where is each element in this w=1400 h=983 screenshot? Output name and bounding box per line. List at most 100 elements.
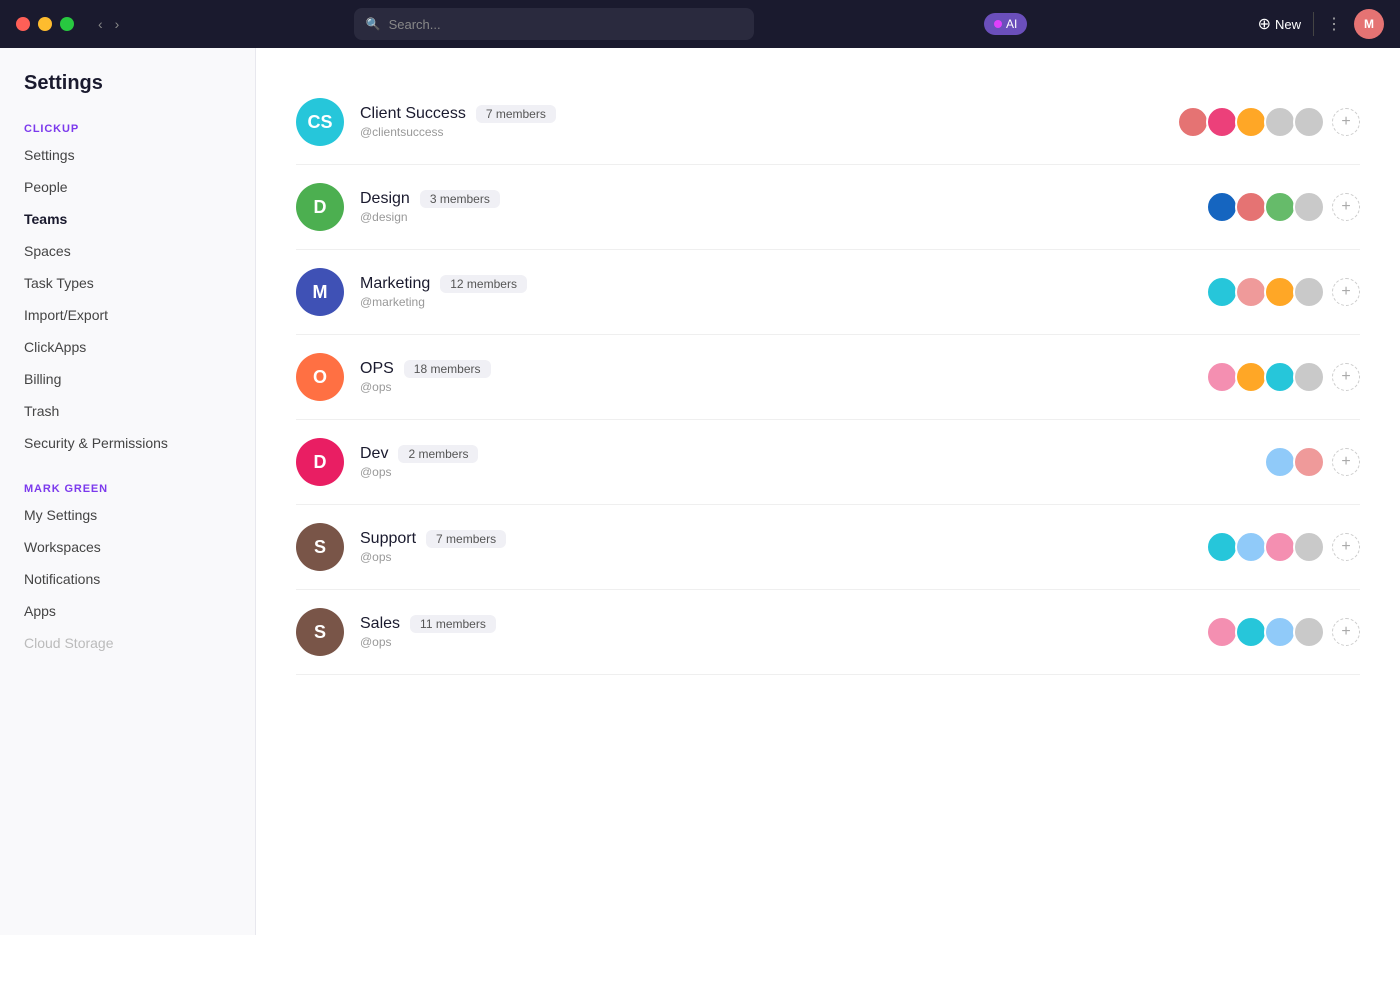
- main-content: CS Client Success 7 members @clientsucce…: [256, 48, 1400, 935]
- team-avatars: +: [1206, 616, 1360, 648]
- team-info: Client Success 7 members @clientsuccess: [360, 105, 1177, 139]
- search-bar[interactable]: 🔍 Search...: [354, 8, 754, 40]
- nav-arrows: ‹ ›: [94, 14, 123, 34]
- team-name: Design: [360, 190, 410, 208]
- team-handle: @ops: [360, 635, 1206, 649]
- new-plus-icon: ⊕: [1258, 14, 1271, 34]
- sidebar: Settings CLICKUP Settings People Teams S…: [0, 48, 256, 935]
- add-member-button[interactable]: +: [1332, 108, 1360, 136]
- member-avatar: [1206, 361, 1238, 393]
- team-name: Support: [360, 530, 416, 548]
- add-member-button[interactable]: +: [1332, 363, 1360, 391]
- search-icon: 🔍: [366, 17, 381, 31]
- team-info: Design 3 members @design: [360, 190, 1206, 224]
- member-avatar: [1293, 106, 1325, 138]
- ai-button[interactable]: AI: [984, 13, 1027, 35]
- team-name-row: OPS 18 members: [360, 360, 1206, 378]
- sidebar-item-apps[interactable]: Apps: [0, 595, 255, 627]
- member-avatar: [1264, 361, 1296, 393]
- sidebar-item-cloud-storage[interactable]: Cloud Storage: [0, 627, 255, 659]
- team-row[interactable]: S Support 7 members @ops +: [296, 505, 1360, 590]
- sidebar-item-notifications[interactable]: Notifications: [0, 563, 255, 595]
- sidebar-item-security-permissions[interactable]: Security & Permissions: [0, 427, 255, 459]
- team-avatars: +: [1264, 446, 1360, 478]
- sidebar-title: Settings: [0, 72, 255, 115]
- member-avatar: [1235, 276, 1267, 308]
- add-member-button[interactable]: +: [1332, 618, 1360, 646]
- user-avatar[interactable]: M: [1354, 9, 1384, 39]
- add-member-button[interactable]: +: [1332, 278, 1360, 306]
- member-badge: 7 members: [426, 530, 506, 548]
- sidebar-item-clickapps[interactable]: ClickApps: [0, 331, 255, 363]
- team-info: OPS 18 members @ops: [360, 360, 1206, 394]
- member-avatar: [1206, 616, 1238, 648]
- member-avatar: [1235, 106, 1267, 138]
- back-arrow[interactable]: ‹: [94, 14, 107, 34]
- member-avatar: [1206, 106, 1238, 138]
- member-avatar: [1293, 616, 1325, 648]
- team-row[interactable]: O OPS 18 members @ops +: [296, 335, 1360, 420]
- member-badge: 18 members: [404, 360, 491, 378]
- team-row[interactable]: D Design 3 members @design +: [296, 165, 1360, 250]
- member-avatar: [1293, 446, 1325, 478]
- team-handle: @ops: [360, 550, 1206, 564]
- sidebar-item-import-export[interactable]: Import/Export: [0, 299, 255, 331]
- team-info: Marketing 12 members @marketing: [360, 275, 1206, 309]
- team-name-row: Marketing 12 members: [360, 275, 1206, 293]
- team-avatar: D: [296, 183, 344, 231]
- sidebar-item-task-types[interactable]: Task Types: [0, 267, 255, 299]
- sidebar-section-clickup: CLICKUP: [0, 115, 255, 139]
- team-row[interactable]: CS Client Success 7 members @clientsucce…: [296, 80, 1360, 165]
- minimize-window-btn[interactable]: [38, 17, 52, 31]
- close-window-btn[interactable]: [16, 17, 30, 31]
- member-avatar: [1293, 531, 1325, 563]
- forward-arrow[interactable]: ›: [111, 14, 124, 34]
- search-placeholder: Search...: [389, 17, 441, 32]
- member-avatar: [1293, 191, 1325, 223]
- member-badge: 7 members: [476, 105, 556, 123]
- sidebar-item-settings[interactable]: Settings: [0, 139, 255, 171]
- member-avatar: [1264, 106, 1296, 138]
- member-avatar: [1293, 276, 1325, 308]
- sidebar-item-teams[interactable]: Teams: [0, 203, 255, 235]
- sidebar-item-trash[interactable]: Trash: [0, 395, 255, 427]
- sidebar-item-people[interactable]: People: [0, 171, 255, 203]
- member-badge: 3 members: [420, 190, 500, 208]
- sidebar-item-my-settings[interactable]: My Settings: [0, 499, 255, 531]
- sidebar-item-billing[interactable]: Billing: [0, 363, 255, 395]
- member-avatar: [1206, 191, 1238, 223]
- team-name-row: Design 3 members: [360, 190, 1206, 208]
- team-avatar: D: [296, 438, 344, 486]
- team-name-row: Dev 2 members: [360, 445, 1264, 463]
- team-avatar: S: [296, 523, 344, 571]
- member-avatar: [1206, 276, 1238, 308]
- team-avatar: S: [296, 608, 344, 656]
- topbar-right: ⊕ New ⋮ M: [1258, 9, 1384, 39]
- team-name-row: Support 7 members: [360, 530, 1206, 548]
- member-badge: 12 members: [440, 275, 527, 293]
- team-name: OPS: [360, 360, 394, 378]
- member-avatar: [1264, 276, 1296, 308]
- maximize-window-btn[interactable]: [60, 17, 74, 31]
- sidebar-item-workspaces[interactable]: Workspaces: [0, 531, 255, 563]
- add-member-button[interactable]: +: [1332, 448, 1360, 476]
- member-avatar: [1293, 361, 1325, 393]
- team-info: Support 7 members @ops: [360, 530, 1206, 564]
- new-button[interactable]: ⊕ New: [1258, 14, 1301, 34]
- member-avatar: [1264, 446, 1296, 478]
- new-label: New: [1275, 17, 1301, 32]
- team-row[interactable]: M Marketing 12 members @marketing +: [296, 250, 1360, 335]
- sidebar-section-markgreen: MARK GREEN: [0, 475, 255, 499]
- window-controls: [16, 17, 74, 31]
- team-handle: @marketing: [360, 295, 1206, 309]
- team-avatars: +: [1206, 276, 1360, 308]
- team-avatars: +: [1177, 106, 1360, 138]
- add-member-button[interactable]: +: [1332, 533, 1360, 561]
- member-avatar: [1206, 531, 1238, 563]
- team-info: Sales 11 members @ops: [360, 615, 1206, 649]
- team-row[interactable]: D Dev 2 members @ops +: [296, 420, 1360, 505]
- add-member-button[interactable]: +: [1332, 193, 1360, 221]
- grid-icon[interactable]: ⋮: [1326, 14, 1342, 34]
- team-row[interactable]: S Sales 11 members @ops +: [296, 590, 1360, 675]
- sidebar-item-spaces[interactable]: Spaces: [0, 235, 255, 267]
